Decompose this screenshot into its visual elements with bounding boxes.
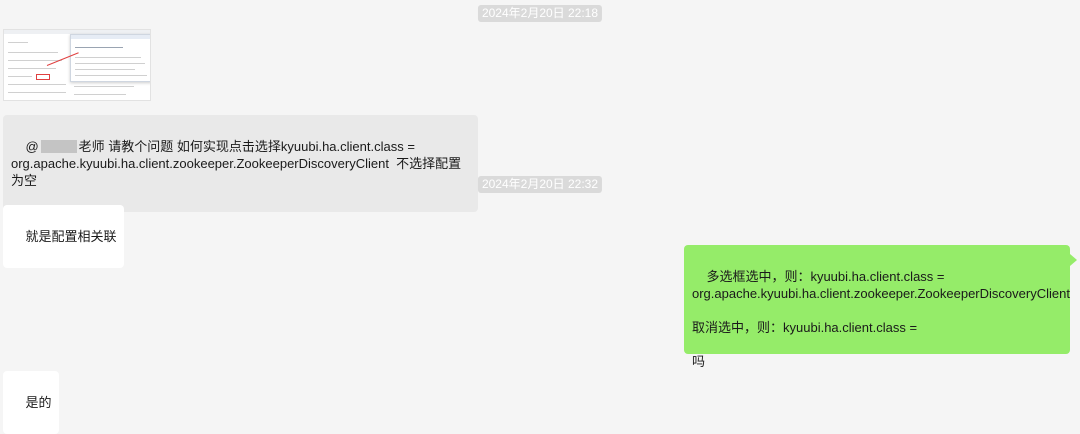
message-text: 是的 — [25, 395, 52, 410]
thumbnail-line — [75, 69, 135, 70]
message-bubble-incoming[interactable]: 就是配置相关联 — [3, 205, 125, 268]
chat-window: 2024年2月20日 22:18 @ 老师 请教个问题 如何实现点击选择kyuub… — [0, 0, 1080, 434]
thumbnail-line — [75, 57, 141, 58]
thumbnail-dialog — [70, 34, 150, 82]
thumbnail-line — [8, 42, 28, 43]
image-message-thumbnail[interactable] — [3, 29, 151, 101]
message-text: 多选框选中，则：kyuubi.ha.client.class = org.apa… — [692, 269, 1070, 369]
bubble-tail — [1070, 254, 1077, 266]
message-text: 就是配置相关联 — [25, 229, 117, 244]
mention-prefix: @ — [25, 139, 39, 154]
thumbnail-red-highlight — [36, 74, 50, 80]
message-bubble-outgoing[interactable]: 多选框选中，则：kyuubi.ha.client.class = org.apa… — [684, 245, 1070, 369]
thumbnail-line — [8, 84, 66, 85]
timestamp: 2024年2月20日 22:32 — [477, 176, 603, 193]
timestamp: 2024年2月20日 22:18 — [477, 5, 603, 22]
thumbnail-line — [8, 68, 56, 69]
redacted-name — [40, 140, 77, 153]
thumbnail-line — [75, 63, 145, 64]
thumbnail-line — [75, 47, 123, 48]
thumbnail-line — [74, 86, 134, 87]
thumbnail-dialog-bar — [71, 35, 150, 39]
message-bubble-incoming[interactable]: @ 老师 请教个问题 如何实现点击选择kyuubi.ha.client.class… — [3, 115, 478, 212]
message-text: 老师 请教个问题 如何实现点击选择kyuubi.ha.client.class … — [11, 139, 462, 188]
thumbnail-line — [8, 92, 66, 93]
message-bubble-incoming[interactable]: 是的 — [3, 371, 60, 434]
thumbnail-line — [75, 75, 147, 76]
thumbnail-line — [74, 94, 126, 95]
thumbnail-line — [8, 52, 58, 53]
thumbnail-line — [8, 76, 32, 77]
